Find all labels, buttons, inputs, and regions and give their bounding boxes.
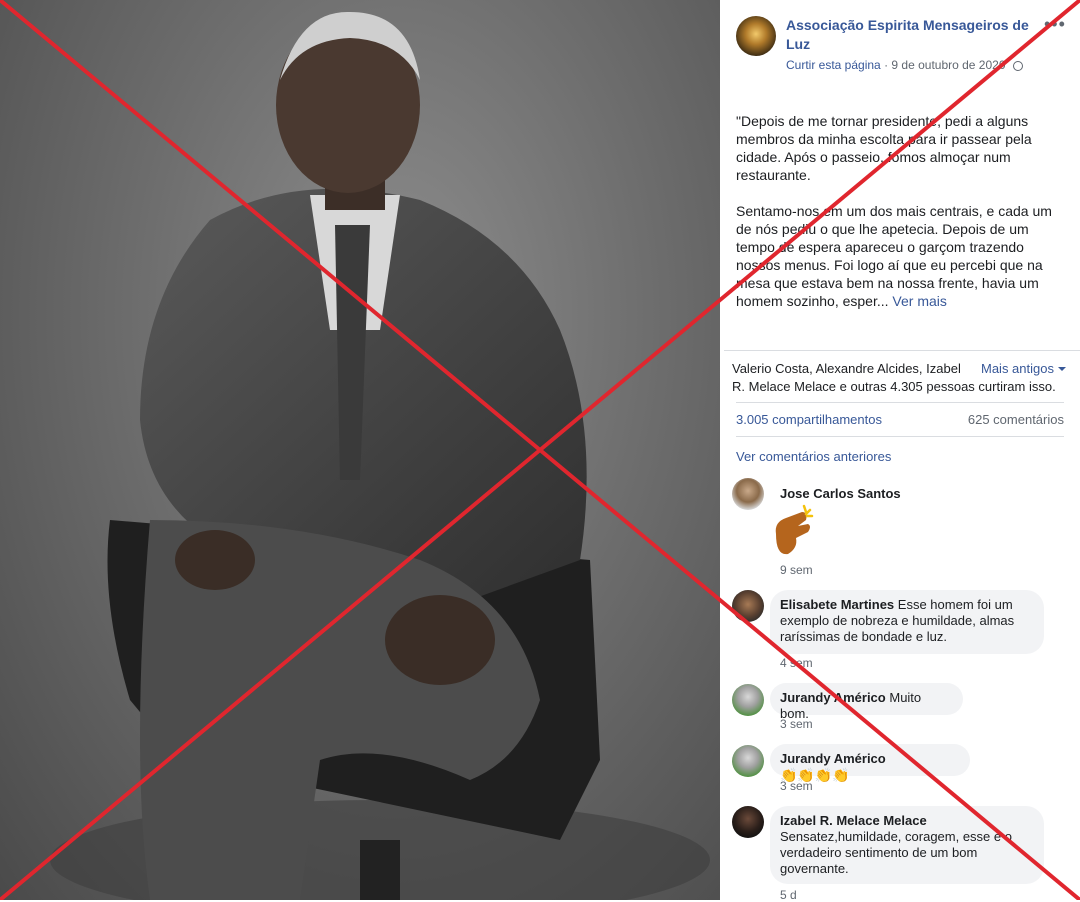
avatar[interactable] xyxy=(732,745,764,777)
comment-bubble: Jurandy Américo Muito bom. xyxy=(770,683,963,721)
comment-time[interactable]: 4 sem xyxy=(780,656,813,670)
post-meta: Curtir esta página · 9 de outubro de 202… xyxy=(786,58,1023,72)
comment-time[interactable]: 9 sem xyxy=(780,563,813,577)
comment-author[interactable]: Elisabete Martines xyxy=(780,597,894,612)
divider xyxy=(724,350,1080,351)
divider xyxy=(736,436,1064,437)
post-text: "Depois de me tornar presidente, pedi a … xyxy=(736,112,1062,310)
divider xyxy=(736,402,1064,403)
post-paragraph-1: "Depois de me tornar presidente, pedi a … xyxy=(736,113,1032,183)
previous-comments-link[interactable]: Ver comentários anteriores xyxy=(736,449,891,464)
comment-text: Sensatez,humildade, coragem, esse é o ve… xyxy=(780,829,1012,876)
likers-text-line1[interactable]: Valerio Costa, Alexandre Alcides, Izabel xyxy=(732,360,972,378)
clapping-hands-icon xyxy=(775,504,814,555)
avatar[interactable] xyxy=(732,806,764,838)
more-dots-icon[interactable]: ••• xyxy=(1044,14,1066,35)
comment-author[interactable]: Jurandy Américo xyxy=(780,751,886,766)
comment-author[interactable]: Izabel R. Melace Melace xyxy=(780,813,1032,829)
comment-author[interactable]: Jurandy Américo xyxy=(780,690,886,705)
comment-time[interactable]: 3 sem xyxy=(780,779,813,793)
avatar[interactable] xyxy=(732,590,764,622)
comment-bubble: Jurandy Américo 👏👏👏👏 xyxy=(770,744,970,783)
caret-down-icon xyxy=(1057,367,1066,375)
avatar[interactable] xyxy=(732,684,764,716)
comments-count[interactable]: 625 comentários xyxy=(968,412,1064,427)
man-in-suit-illustration xyxy=(50,11,710,900)
comment-author[interactable]: Jose Carlos Santos xyxy=(780,486,901,501)
post-date[interactable]: 9 de outubro de 2020 xyxy=(891,58,1005,72)
see-more-link[interactable]: Ver mais xyxy=(892,293,946,309)
like-page-link[interactable]: Curtir esta página xyxy=(786,58,881,72)
avatar[interactable] xyxy=(732,478,764,510)
post-photo[interactable] xyxy=(0,0,720,900)
comment-bubble: Elisabete Martines Esse homem foi um exe… xyxy=(770,590,1044,654)
sort-older-dropdown[interactable]: Mais antigos xyxy=(981,360,1066,378)
globe-icon xyxy=(1012,61,1023,71)
sort-older-label: Mais antigos xyxy=(981,361,1054,376)
page-avatar[interactable] xyxy=(736,16,776,56)
shares-count[interactable]: 3.005 compartilhamentos xyxy=(736,412,882,427)
comment-bubble: Izabel R. Melace Melace Sensatez,humilda… xyxy=(770,806,1044,884)
comment-time[interactable]: 3 sem xyxy=(780,717,813,731)
likers-text-line2[interactable]: R. Melace Melace e outras 4.305 pessoas … xyxy=(732,378,1072,396)
page-name-link[interactable]: Associação Espirita Mensageiros de Luz xyxy=(786,16,1036,54)
